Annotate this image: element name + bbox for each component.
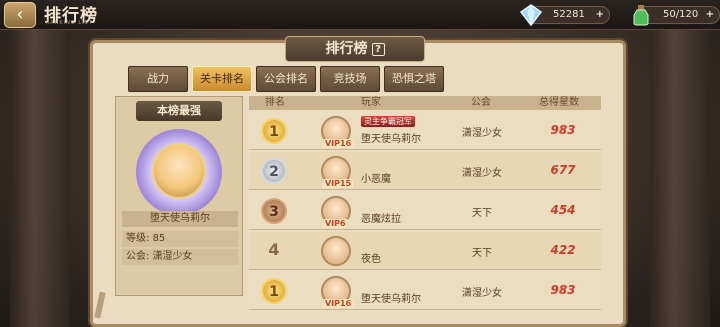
stamina-count: 50/120 bbox=[663, 9, 699, 20]
top-player-card: 本榜最强 堕天使乌莉尔 等级: 85 公会: 潇湿少女 bbox=[115, 96, 243, 296]
player-guild: 潇湿少女 bbox=[462, 288, 502, 299]
player-guild: 天下 bbox=[472, 248, 492, 259]
vip-badge: VIP6 bbox=[323, 219, 348, 228]
help-icon[interactable]: ? bbox=[371, 43, 385, 56]
tab-power[interactable]: 战力 bbox=[128, 66, 188, 92]
panel-title-text: 排行榜 bbox=[325, 41, 368, 57]
player-name: 小恶魔 bbox=[361, 174, 391, 185]
potion-icon bbox=[633, 5, 649, 26]
panel-title: 排行榜? bbox=[285, 36, 425, 62]
top-player-guild: 公会: 潇湿少女 bbox=[122, 249, 238, 265]
player-name: 恶魔炫拉 bbox=[361, 214, 401, 225]
pillar-left bbox=[10, 30, 70, 327]
page-subtitle: RANKING LIST bbox=[46, 20, 93, 26]
header-rank: 排名 bbox=[265, 97, 285, 108]
player-stars: 422 bbox=[550, 243, 576, 257]
top-bar: ‹ 排行榜 RANKING LIST 52281 + 50/120 + bbox=[0, 0, 720, 30]
diamond-counter: 52281 + bbox=[519, 4, 610, 27]
vip-badge: VIP15 bbox=[323, 179, 354, 188]
back-button[interactable]: ‹ bbox=[4, 2, 36, 28]
top-player-name: 堕天使乌莉尔 bbox=[122, 211, 238, 227]
pillar-right bbox=[650, 30, 710, 327]
vip-badge: VIP16 bbox=[323, 139, 354, 148]
table-row[interactable]: 4 夜色 天下 422 bbox=[249, 232, 601, 270]
player-guild: 潇湿少女 bbox=[462, 128, 502, 139]
guild-label: 公会: bbox=[126, 251, 150, 262]
add-diamonds-button[interactable]: + bbox=[596, 7, 604, 23]
tab-guild-rank[interactable]: 公会排名 bbox=[256, 66, 316, 92]
top-player-avatar[interactable] bbox=[152, 143, 206, 199]
level-label: 等级: bbox=[126, 233, 150, 244]
top-player-level: 等级: 85 bbox=[122, 231, 238, 247]
rank-medal: 1 bbox=[261, 118, 287, 144]
table-row[interactable]: 1 VIP16 灵主争霸冠军 堕天使乌莉尔 潇湿少女 983 bbox=[249, 112, 601, 150]
tab-fear-tower[interactable]: 恐惧之塔 bbox=[384, 66, 444, 92]
vip-badge: VIP16 bbox=[323, 299, 354, 308]
rank-medal: 1 bbox=[261, 278, 287, 304]
table-row[interactable]: 2 VIP15 小恶魔 潇湿少女 677 bbox=[249, 152, 601, 190]
diamond-icon bbox=[519, 4, 543, 27]
player-avatar[interactable] bbox=[321, 236, 351, 266]
player-stars: 983 bbox=[550, 283, 576, 297]
table-header: 排名 玩家 公会 总得星数 bbox=[249, 96, 601, 110]
rank-medal: 3 bbox=[261, 198, 287, 224]
player-name: 堕天使乌莉尔 bbox=[361, 134, 421, 145]
player-guild: 天下 bbox=[472, 208, 492, 219]
player-stars: 983 bbox=[550, 123, 576, 137]
top-player-banner: 本榜最强 bbox=[136, 101, 222, 121]
rank-medal: 2 bbox=[261, 158, 287, 184]
player-name: 夜色 bbox=[361, 254, 381, 265]
player-stars: 454 bbox=[550, 203, 576, 217]
guild-value: 潇湿少女 bbox=[152, 251, 193, 262]
level-value: 85 bbox=[152, 233, 166, 244]
tab-stage-rank[interactable]: 关卡排名 bbox=[192, 66, 252, 92]
rank-medal: 4 bbox=[268, 240, 280, 259]
header-stars: 总得星数 bbox=[539, 97, 579, 108]
tab-arena[interactable]: 竞技场 bbox=[320, 66, 380, 92]
player-stars: 677 bbox=[550, 163, 576, 177]
title-tag: 灵主争霸冠军 bbox=[361, 116, 415, 127]
table-row[interactable]: 1 VIP16 堕天使乌莉尔 潇湿少女 983 bbox=[249, 272, 601, 310]
diamond-count: 52281 bbox=[553, 9, 585, 20]
stamina-counter: 50/120 + bbox=[633, 5, 720, 26]
header-guild: 公会 bbox=[471, 97, 491, 108]
player-guild: 潇湿少女 bbox=[462, 168, 502, 179]
table-row[interactable]: 3 VIP6 恶魔炫拉 天下 454 bbox=[249, 192, 601, 230]
header-player: 玩家 bbox=[361, 97, 381, 108]
add-stamina-button[interactable]: + bbox=[706, 7, 714, 23]
player-name: 堕天使乌莉尔 bbox=[361, 294, 421, 305]
